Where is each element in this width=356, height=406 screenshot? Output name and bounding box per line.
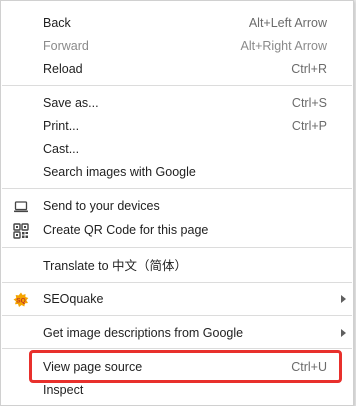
menu-item-reload[interactable]: Reload Ctrl+R [1,58,353,81]
menu-item-label: Inspect [43,383,84,397]
laptop-icon [13,199,29,215]
menu-separator [2,247,352,248]
menu-separator [2,282,352,283]
menu-item-label: Cast... [43,142,80,156]
menu-separator [2,188,352,189]
menu-item-inspect[interactable]: Inspect [1,379,353,402]
menu-separator [2,348,352,349]
menu-item-label: Send to your devices [43,199,160,213]
seoquake-icon: SQ [13,292,29,308]
menu-item-label: Get image descriptions from Google [43,326,244,340]
menu-item-image-descriptions[interactable]: Get image descriptions from Google [1,322,353,345]
menu-item-view-page-source[interactable]: View page source Ctrl+U [1,356,353,379]
menu-item-label: Translate to 中文（简体） [43,259,188,273]
context-menu: Back Alt+Left Arrow Forward Alt+Right Ar… [0,0,354,406]
menu-separator [2,85,352,86]
qr-code-icon [13,223,29,239]
menu-item-label: Print... [43,119,80,133]
menu-item-translate[interactable]: Translate to 中文（简体） [1,255,353,278]
menu-item-qr-code[interactable]: Create QR Code for this page [1,219,353,242]
menu-item-search-images[interactable]: Search images with Google [1,161,353,184]
menu-item-label: Back [43,16,71,30]
menu-item-shortcut: Ctrl+U [291,360,327,374]
menu-item-label: Reload [43,62,83,76]
menu-item-seoquake[interactable]: SQ SEOquake [1,288,353,311]
menu-item-label: Search images with Google [43,165,196,179]
menu-item-label: SEOquake [43,292,104,306]
menu-item-shortcut: Ctrl+P [291,119,327,133]
menu-item-shortcut: Ctrl+R [291,62,327,76]
menu-item-label: Create QR Code for this page [43,223,209,237]
menu-item-back[interactable]: Back Alt+Left Arrow [1,12,353,35]
menu-item-shortcut: Alt+Right Arrow [240,39,328,53]
svg-text:SQ: SQ [16,298,25,305]
menu-item-save-as[interactable]: Save as... Ctrl+S [1,92,353,115]
menu-item-shortcut: Alt+Left Arrow [248,16,327,30]
submenu-arrow-icon [341,295,346,303]
menu-item-cast[interactable]: Cast... [1,138,353,161]
menu-item-send-devices[interactable]: Send to your devices [1,195,353,218]
menu-item-label: Forward [43,39,89,53]
menu-item-shortcut: Ctrl+S [291,96,327,110]
menu-item-label: View page source [43,360,143,374]
menu-item-forward[interactable]: Forward Alt+Right Arrow [1,35,353,58]
menu-item-print[interactable]: Print... Ctrl+P [1,115,353,138]
menu-separator [2,315,352,316]
menu-item-label: Save as... [43,96,99,110]
submenu-arrow-icon [341,329,346,337]
